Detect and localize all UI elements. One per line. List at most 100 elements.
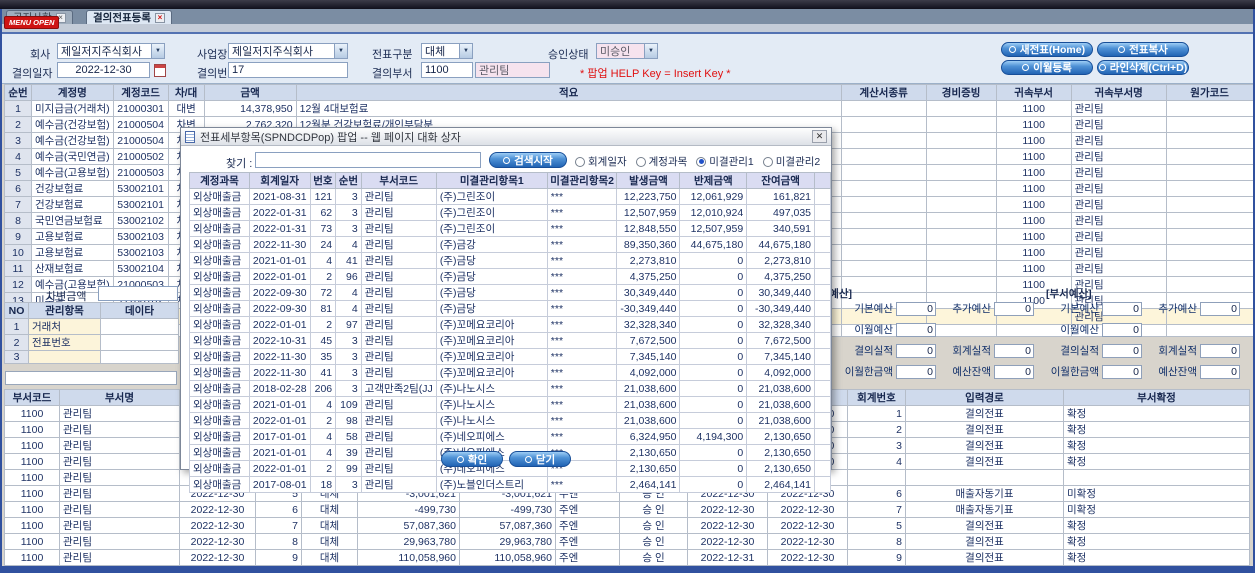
cell[interactable]: ***: [546, 236, 618, 253]
cell[interactable]: 2022-01-01: [248, 412, 311, 429]
cell[interactable]: 21,038,600: [616, 412, 681, 429]
cell[interactable]: 7,672,500: [746, 332, 816, 349]
cell[interactable]: 32,328,340: [746, 316, 816, 333]
radio-icon[interactable]: [635, 156, 646, 167]
cell[interactable]: 결의전표: [905, 405, 1064, 422]
cell[interactable]: 6: [4, 180, 32, 197]
cell[interactable]: 340,591: [746, 220, 816, 237]
cell[interactable]: 확정: [1063, 517, 1250, 534]
cell[interactable]: (주)그린조이: [435, 188, 548, 205]
cell[interactable]: 관리팀: [1070, 196, 1167, 213]
cell[interactable]: [925, 260, 997, 277]
cell[interactable]: 2022-12-30: [687, 533, 768, 550]
confirm-button[interactable]: 확인: [441, 451, 503, 467]
cell[interactable]: 53002101: [112, 180, 169, 197]
cell[interactable]: 승 인: [619, 533, 688, 550]
cell[interactable]: 2022-01-01: [248, 316, 311, 333]
cell[interactable]: [814, 316, 831, 333]
cell[interactable]: 12,848,550: [616, 220, 681, 237]
cell[interactable]: 관리팀: [360, 188, 437, 205]
cell[interactable]: 관리팀: [59, 453, 180, 470]
cell[interactable]: 9: [255, 549, 302, 566]
cell[interactable]: (주)금당: [435, 300, 548, 317]
table-row[interactable]: 1100 관리팀 2022-12-30 8 대체 29,963,780 29,963,780…: [4, 533, 1250, 550]
cell[interactable]: 6: [847, 485, 906, 502]
cell[interactable]: 미확정: [1063, 485, 1250, 502]
number-input[interactable]: 17: [228, 62, 348, 78]
budget-field[interactable]: 0: [1102, 364, 1142, 379]
cell[interactable]: [840, 148, 927, 165]
cell[interactable]: [100, 334, 179, 351]
cell[interactable]: 외상매출금: [189, 380, 250, 397]
cell[interactable]: 관리팀: [59, 405, 180, 422]
cell[interactable]: 2022-12-31: [687, 549, 768, 566]
budget-field[interactable]: 0: [994, 343, 1034, 358]
cell[interactable]: 5: [847, 517, 906, 534]
cell[interactable]: 12: [4, 276, 32, 293]
cell[interactable]: [1165, 228, 1254, 245]
cell[interactable]: 산재보험료: [31, 260, 114, 277]
cell[interactable]: 승 인: [619, 549, 688, 566]
table-row[interactable]: 외상매출금 2017-08-01 18 3 관리팀 (주)노블인더스트리 *** 2,464,…: [189, 476, 831, 493]
budget-field[interactable]: 0: [1102, 343, 1142, 358]
cell[interactable]: 206: [309, 380, 337, 397]
cell[interactable]: 2022-12-30: [179, 517, 256, 534]
cell[interactable]: 관리팀: [59, 437, 180, 454]
cell[interactable]: [814, 364, 831, 381]
cell[interactable]: 81: [309, 300, 337, 317]
cell[interactable]: 외상매출금: [189, 220, 250, 237]
cell[interactable]: 44,675,180: [679, 236, 748, 253]
cell[interactable]: 96: [335, 268, 362, 285]
cell[interactable]: [814, 252, 831, 269]
cell[interactable]: [840, 100, 927, 117]
cell[interactable]: 1100: [995, 164, 1072, 181]
table-row[interactable]: 외상매출금 2022-01-01 2 98 관리팀 (주)나노시스 *** 21,038,60…: [189, 412, 831, 429]
cell[interactable]: 4: [309, 252, 337, 269]
cell[interactable]: 6: [255, 501, 302, 518]
cell[interactable]: (주)그린조이: [435, 204, 548, 221]
cell[interactable]: 1100: [4, 533, 60, 550]
cell[interactable]: 고용보험료: [31, 228, 114, 245]
table-row[interactable]: 외상매출금 2022-10-31 45 3 관리팀 (주)꼬메요코리아 *** 7,672,5…: [189, 332, 831, 349]
cell[interactable]: 3: [335, 476, 362, 493]
cell[interactable]: 110,058,960: [357, 549, 460, 566]
cell[interactable]: [840, 116, 927, 133]
cell[interactable]: [100, 350, 179, 364]
cell[interactable]: 관리팀: [1070, 148, 1167, 165]
table-row[interactable]: 1 미지급금(거래처) 21000301 대변 14,378,950 12월 4대보험료 1…: [4, 100, 1254, 117]
cell[interactable]: ***: [546, 268, 618, 285]
cell[interactable]: 관리팀: [1070, 164, 1167, 181]
cell[interactable]: 확정: [1063, 533, 1250, 550]
cell[interactable]: 4: [335, 284, 362, 301]
cell[interactable]: 4: [309, 428, 337, 445]
cell[interactable]: [925, 148, 997, 165]
cell[interactable]: 98: [335, 412, 362, 429]
management-value-input[interactable]: [5, 371, 177, 385]
cell[interactable]: 관리팀: [1070, 116, 1167, 133]
cell[interactable]: [840, 212, 927, 229]
cell[interactable]: 2022-12-30: [179, 549, 256, 566]
cell[interactable]: 미지급금(거래처): [31, 100, 114, 117]
cell[interactable]: [814, 188, 831, 205]
cell[interactable]: 국민연금보험료: [31, 212, 114, 229]
cell[interactable]: 대체: [301, 549, 358, 566]
cell[interactable]: 2022-12-30: [767, 501, 848, 518]
new-voucher-button[interactable]: 새전표(Home): [1001, 42, 1093, 57]
cell[interactable]: 관리팀: [360, 332, 437, 349]
cell[interactable]: [814, 348, 831, 365]
cell[interactable]: 21,038,600: [746, 412, 816, 429]
cell[interactable]: 4,375,250: [746, 268, 816, 285]
cell[interactable]: 497,035: [746, 204, 816, 221]
cell[interactable]: 6,324,950: [616, 428, 681, 445]
cell[interactable]: 21,038,600: [746, 396, 816, 413]
cell[interactable]: 53002104: [112, 260, 169, 277]
cell[interactable]: ***: [546, 204, 618, 221]
calendar-icon[interactable]: [154, 64, 166, 77]
cell[interactable]: 3: [4, 132, 32, 149]
cell[interactable]: 관리팀: [360, 220, 437, 237]
cell[interactable]: 2,464,141: [746, 476, 816, 493]
cell[interactable]: 2: [309, 268, 337, 285]
cell[interactable]: [814, 332, 831, 349]
cell[interactable]: 44,675,180: [746, 236, 816, 253]
cell[interactable]: 관리팀: [360, 268, 437, 285]
